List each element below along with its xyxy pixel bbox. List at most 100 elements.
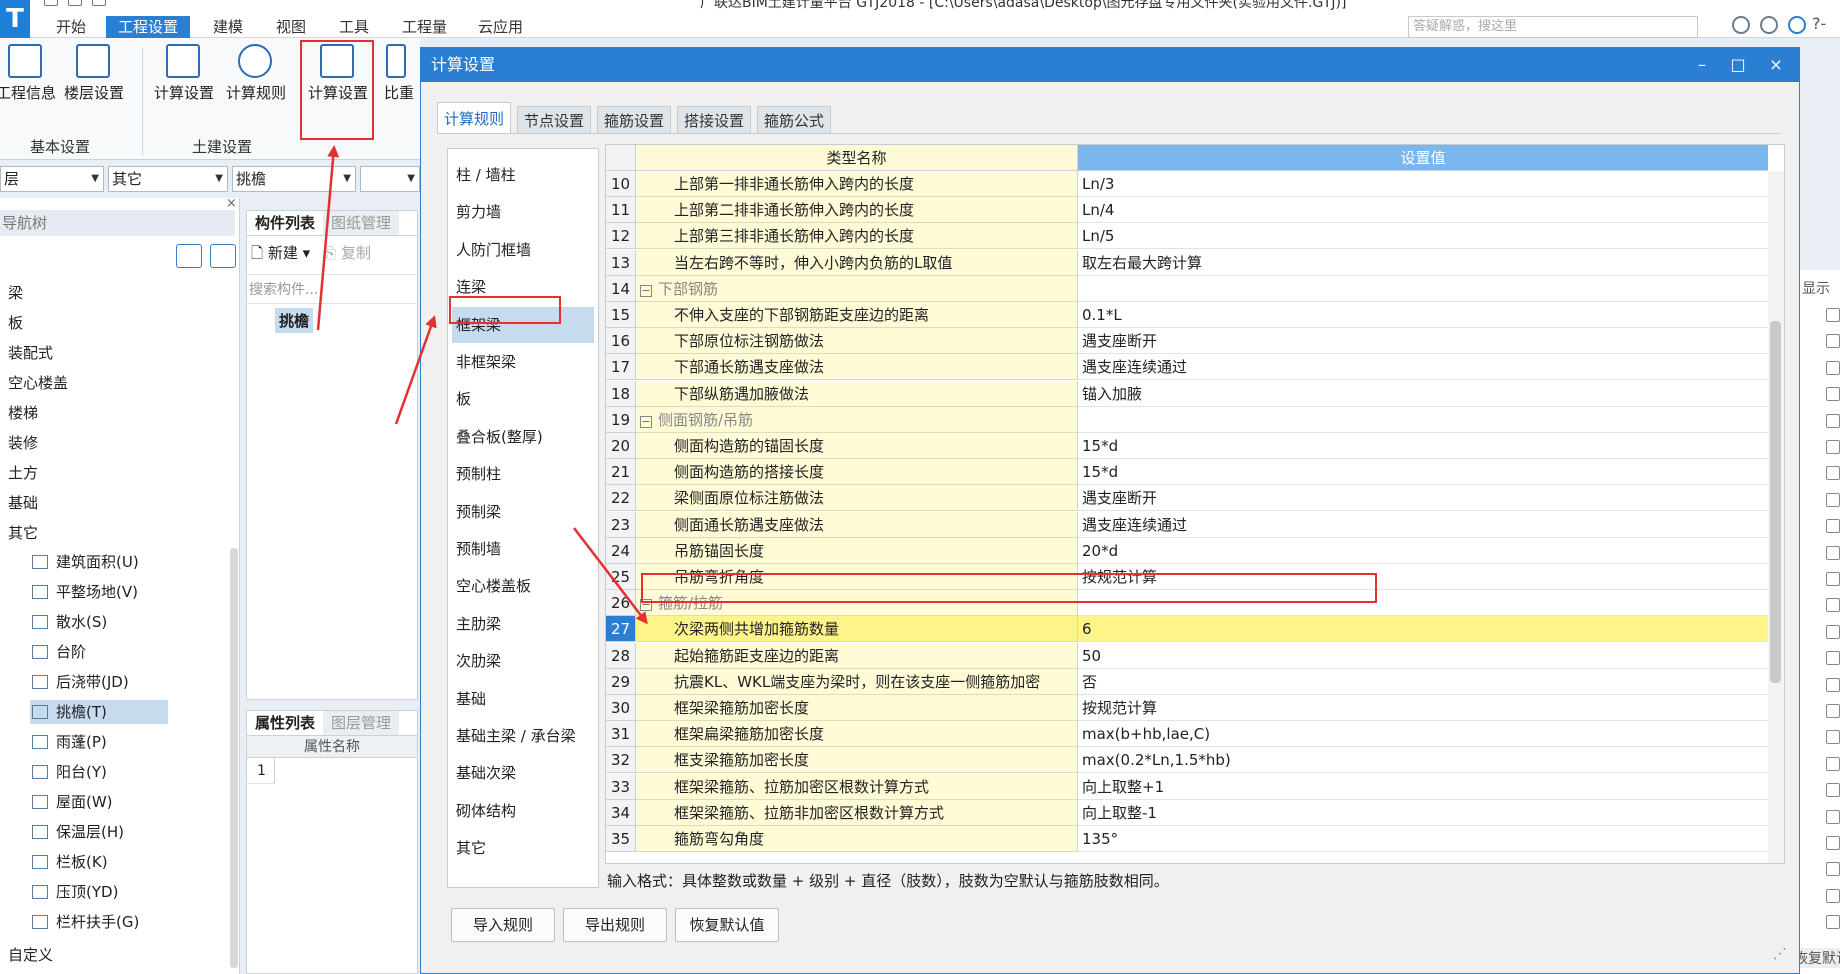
category-item[interactable]: 基础次梁 [452,755,594,791]
display-checkbox[interactable] [1826,651,1840,666]
nav-sub-steps[interactable]: 台阶 [30,640,168,664]
display-checkbox[interactable] [1826,677,1840,692]
display-checkbox[interactable] [1826,862,1840,877]
display-checkbox[interactable] [1826,308,1840,322]
tab-drawing-manage[interactable]: 图纸管理 [323,211,400,235]
floor-settings-button[interactable]: 楼层设置 [64,44,124,103]
category-item[interactable]: 空心楼盖板 [452,568,594,604]
nav-sub-apron[interactable]: 散水(S) [30,610,168,634]
category-item[interactable]: 砌体结构 [452,793,594,829]
row-value[interactable]: 否 [1078,668,1768,695]
display-checkbox[interactable] [1826,783,1840,798]
row-value[interactable]: 向上取整+1 [1078,773,1768,800]
element-combo[interactable]: 挑檐 ▼ [232,166,356,192]
category-item[interactable]: 人防门框墙 [452,232,594,268]
nav-item-decoration[interactable]: 装修 [8,432,38,453]
display-checkbox[interactable] [1826,492,1840,507]
category-item[interactable]: 次肋梁 [452,643,594,679]
nav-item-custom[interactable]: 自定义 [8,944,53,965]
resize-grip-icon[interactable]: ⋰ [1773,946,1787,962]
menu-project-settings[interactable]: 工程设置 [106,16,191,38]
extra-combo[interactable]: ▼ [360,166,420,192]
project-info-button[interactable]: 工程信息 [0,44,56,103]
display-checkbox[interactable] [1826,413,1840,428]
nav-item-stair[interactable]: 楼梯 [8,402,38,423]
table-row[interactable]: 30 框架梁箍筋加密长度 按规范计算 [606,695,1768,721]
display-checkbox[interactable] [1826,334,1840,349]
nav-item-hollow-floor[interactable]: 空心楼盖 [8,372,68,393]
tab-component-list[interactable]: 构件列表 [247,211,323,235]
close-button[interactable]: × [1759,48,1793,82]
close-icon[interactable]: × [226,196,237,211]
table-row[interactable]: 32 框支梁箍筋加密长度 max(0.2*Ln,1.5*hb) [606,747,1768,774]
menu-tools[interactable]: 工具 [339,16,369,38]
component-item[interactable]: 挑檐 [275,308,314,333]
row-value[interactable]: 遇支座断开 [1078,485,1768,512]
display-checkbox[interactable] [1826,598,1840,613]
category-item[interactable]: 预制柱 [452,456,594,492]
tab-stirrup-settings[interactable]: 箍筋设置 [597,106,672,134]
display-checkbox[interactable] [1826,572,1840,586]
display-checkbox[interactable] [1826,915,1840,930]
row-value[interactable]: 按规范计算 [1078,695,1768,721]
table-row[interactable]: 11 上部第二排非通长筋伸入跨内的长度 Ln/4 [606,197,1768,224]
display-checkbox[interactable] [1826,756,1840,771]
maximize-button[interactable]: □ [1721,48,1755,82]
nav-sub-parapet-slab[interactable]: 栏板(K) [30,850,168,874]
floor-combo[interactable]: 层 ▼ [0,166,104,192]
tab-layer-manage[interactable]: 图层管理 [323,711,400,735]
row-value[interactable]: 50 [1078,642,1768,669]
menu-cloud[interactable]: 云应用 [478,16,523,38]
display-checkbox[interactable] [1826,730,1840,745]
grid-scrollbar[interactable] [1768,171,1784,863]
table-row[interactable]: 19− 侧面钢筋/吊筋 [606,406,1768,433]
table-row[interactable]: 21 侧面构造筋的搭接长度 15*d [606,459,1768,486]
display-checkbox[interactable] [1826,387,1840,402]
new-button[interactable]: 🗋 新建 ▾ [251,242,310,268]
table-row[interactable]: 31 框架扁梁箍筋加密长度 max(b+hb,lae,C) [606,721,1768,748]
row-value[interactable]: 锚入加腋 [1078,380,1768,407]
row-value[interactable]: 20*d [1078,537,1768,564]
row-value[interactable]: Ln/4 [1078,197,1768,224]
tab-node-settings[interactable]: 节点设置 [517,106,592,134]
table-row[interactable]: 14− 下部钢筋 [606,275,1768,302]
type-combo[interactable]: 其它 ▼ [108,166,228,192]
nav-sub-post-pour-strip[interactable]: 后浇带(JD) [30,670,168,694]
tab-property-list[interactable]: 属性列表 [247,711,323,735]
calc-rules-button[interactable]: 计算规则 [226,44,286,103]
row-value[interactable]: Ln/3 [1078,171,1768,197]
display-checkbox[interactable] [1826,888,1840,903]
nav-item-prefab[interactable]: 装配式 [8,342,53,363]
table-row[interactable]: 23 侧面通长筋遇支座做法 遇支座连续通过 [606,511,1768,538]
density-button[interactable]: 比重 [384,44,420,103]
nav-sub-canopy[interactable]: 雨蓬(P) [30,730,168,754]
nav-sub-eave[interactable]: 挑檐(T) [30,700,168,724]
row-value[interactable]: 遇支座连续通过 [1078,354,1768,381]
nav-sub-coping[interactable]: 压顶(YD) [30,880,168,904]
quick-access-icon[interactable] [92,0,106,6]
row-value[interactable]: 135° [1078,826,1768,852]
row-value[interactable]: 遇支座连续通过 [1078,511,1768,538]
display-checkbox[interactable] [1826,519,1840,534]
nav-item-slab[interactable]: 板 [8,312,23,333]
table-row[interactable]: 12 上部第三排非通长筋伸入跨内的长度 Ln/5 [606,223,1768,250]
category-item[interactable]: 主肋梁 [452,606,594,642]
import-rules-button[interactable]: 导入规则 [451,908,555,942]
detail-view-icon[interactable] [210,244,236,268]
table-row[interactable]: 27 次梁两侧共增加箍筋数量 6 [606,616,1768,643]
row-value[interactable]: 取左右最大跨计算 [1078,249,1768,276]
category-item[interactable]: 非框架梁 [452,344,594,380]
grid-scroll-thumb[interactable] [1770,321,1781,683]
menu-quantity[interactable]: 工程量 [402,16,447,38]
row-value[interactable]: 15*d [1078,459,1768,486]
nav-item-beam[interactable]: 梁 [8,282,23,303]
calc-settings-button[interactable]: 计算设置 [154,44,214,103]
display-checkbox[interactable] [1826,624,1840,639]
table-row[interactable]: 10 上部第一排非通长筋伸入跨内的长度 Ln/3 [606,171,1768,197]
display-checkbox[interactable] [1826,704,1840,718]
nav-sub-insulation[interactable]: 保温层(H) [30,820,168,844]
row-value[interactable]: 15*d [1078,433,1768,459]
tab-calc-rules[interactable]: 计算规则 [437,102,512,134]
table-row[interactable]: 20 侧面构造筋的锚固长度 15*d [606,433,1768,459]
display-checkbox[interactable] [1826,809,1840,824]
